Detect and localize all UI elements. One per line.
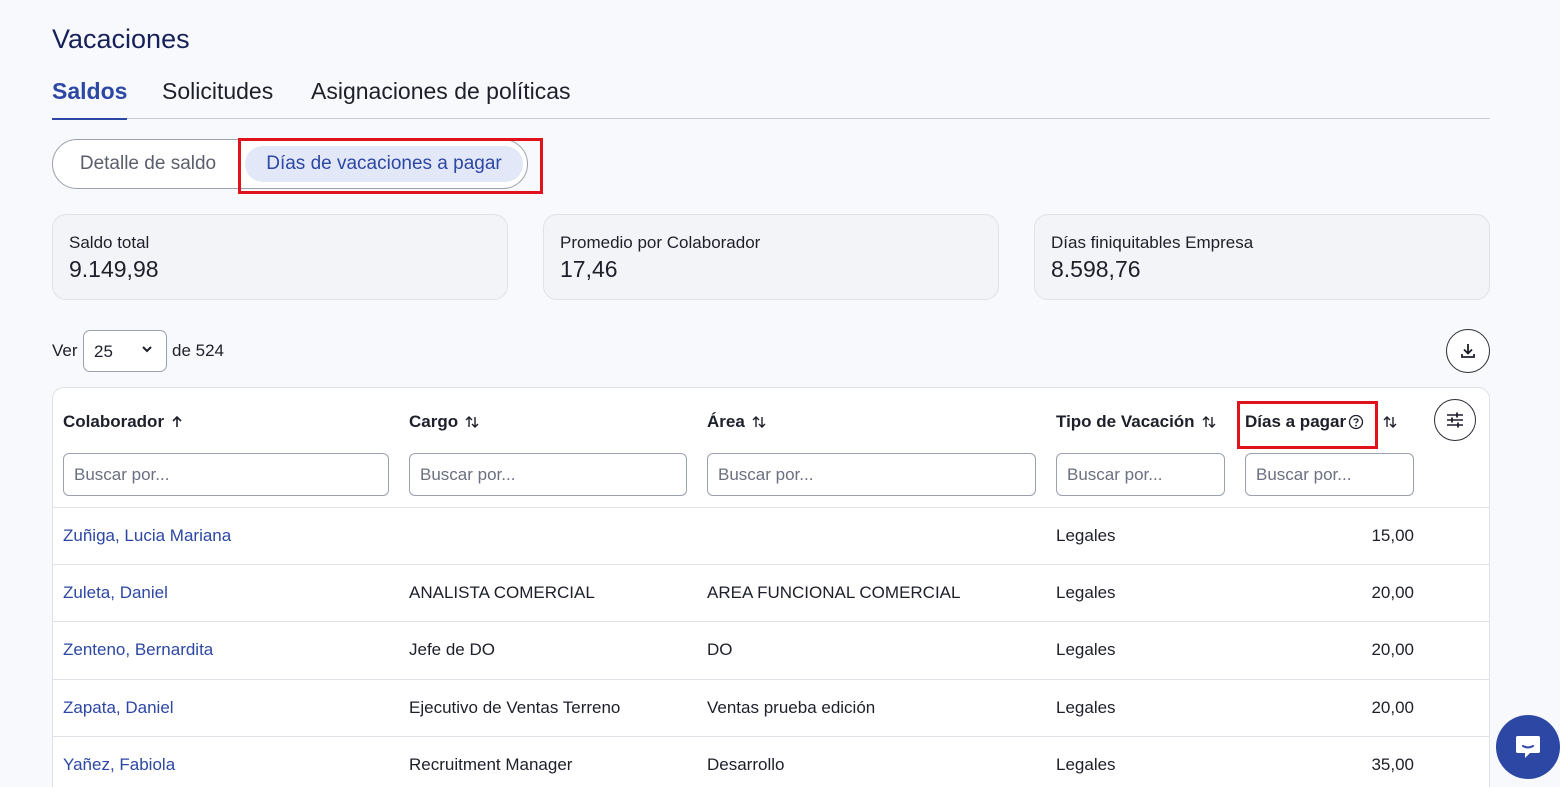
column-label: Días a pagar — [1245, 412, 1347, 431]
cargo-cell: Ejecutivo de Ventas Terreno — [409, 698, 621, 717]
column-label: Colaborador — [63, 412, 165, 431]
page-title: Vacaciones — [52, 24, 190, 54]
area-cell: AREA FUNCIONAL COMERCIAL — [707, 583, 961, 602]
sort-icon[interactable] — [1382, 414, 1398, 430]
detalle-saldo-button[interactable]: Detalle de saldo — [73, 140, 223, 188]
table-row: Zapata, Daniel Ejecutivo de Ventas Terre… — [53, 679, 1489, 736]
sort-icon[interactable] — [1201, 414, 1217, 430]
column-label: Área — [707, 412, 745, 431]
filter-area-input[interactable] — [707, 453, 1036, 496]
sort-asc-icon[interactable] — [170, 415, 184, 429]
column-header-tipo-vacacion[interactable]: Tipo de Vacación — [1056, 412, 1217, 432]
column-label: Tipo de Vacación — [1056, 412, 1195, 431]
page-size-select[interactable]: 25 — [83, 330, 167, 372]
card-saldo-total: Saldo total 9.149,98 — [52, 214, 508, 300]
colaborador-link[interactable]: Zenteno, Bernardita — [63, 640, 213, 660]
download-icon — [1461, 344, 1475, 358]
dias-cell: 20,00 — [1371, 583, 1414, 602]
sort-icon[interactable] — [464, 414, 480, 430]
dias-a-pagar-button[interactable]: Días de vacaciones a pagar — [245, 146, 523, 182]
card-label: Promedio por Colaborador — [560, 233, 761, 252]
colaborador-link[interactable]: Zuñiga, Lucia Mariana — [63, 526, 231, 546]
table-row: Zuleta, Daniel ANALISTA COMERCIAL AREA F… — [53, 564, 1489, 621]
pager-prefix: Ver — [52, 341, 78, 360]
tab-bar: Saldos Solicitudes Asignaciones de polít… — [52, 78, 1490, 120]
cargo-cell: ANALISTA COMERCIAL — [409, 583, 595, 602]
cargo-cell: Recruitment Manager — [409, 755, 573, 774]
dias-cell: 20,00 — [1371, 640, 1414, 659]
tipo-cell: Legales — [1056, 698, 1116, 717]
filter-dias-a-pagar-input[interactable] — [1245, 453, 1414, 496]
view-toggle: Detalle de saldo Días de vacaciones a pa… — [52, 139, 528, 189]
table-row: Zuñiga, Lucia Mariana Legales 15,00 — [53, 507, 1489, 564]
area-cell: Desarrollo — [707, 755, 785, 774]
area-cell: Ventas prueba edición — [707, 698, 876, 717]
card-label: Saldo total — [69, 233, 150, 252]
column-settings-button[interactable] — [1434, 399, 1476, 441]
tab-asignaciones[interactable]: Asignaciones de políticas — [311, 78, 571, 119]
download-button[interactable] — [1446, 329, 1490, 373]
tipo-cell: Legales — [1056, 640, 1116, 659]
filter-tipo-vacacion-input[interactable] — [1056, 453, 1225, 496]
question-circle-icon[interactable] — [1348, 414, 1364, 430]
tipo-cell: Legales — [1056, 755, 1116, 774]
column-header-area[interactable]: Área — [707, 412, 767, 432]
table-row: Zenteno, Bernardita Jefe de DO DO Legale… — [53, 621, 1489, 678]
dias-cell: 20,00 — [1371, 698, 1414, 717]
area-cell: DO — [707, 640, 733, 659]
filter-cargo-input[interactable] — [409, 453, 687, 496]
dias-cell: 35,00 — [1371, 755, 1414, 774]
colaborador-link[interactable]: Zuleta, Daniel — [63, 583, 168, 603]
cargo-cell: Jefe de DO — [409, 640, 495, 659]
sort-icon[interactable] — [751, 414, 767, 430]
column-header-cargo[interactable]: Cargo — [409, 412, 480, 432]
tab-solicitudes[interactable]: Solicitudes — [162, 78, 273, 119]
column-header-dias-a-pagar[interactable]: Días a pagar — [1245, 412, 1398, 432]
card-promedio: Promedio por Colaborador 17,46 — [543, 214, 999, 300]
table-row: Yañez, Fabiola Recruitment Manager Desar… — [53, 736, 1489, 787]
balances-table: Colaborador Cargo Área Tipo de Vacación … — [52, 387, 1490, 787]
tipo-cell: Legales — [1056, 526, 1116, 545]
tab-saldos[interactable]: Saldos — [52, 78, 128, 120]
filter-colaborador-input[interactable] — [63, 453, 389, 496]
card-value: 17,46 — [560, 256, 618, 282]
chat-button[interactable] — [1496, 715, 1560, 779]
sliders-icon — [1447, 412, 1463, 428]
column-label: Cargo — [409, 412, 459, 431]
colaborador-link[interactable]: Yañez, Fabiola — [63, 755, 175, 775]
card-value: 9.149,98 — [69, 256, 159, 282]
column-header-colaborador[interactable]: Colaborador — [63, 412, 184, 432]
card-label: Días finiquitables Empresa — [1051, 233, 1254, 252]
card-dias-finiquitables: Días finiquitables Empresa 8.598,76 — [1034, 214, 1490, 300]
card-value: 8.598,76 — [1051, 256, 1141, 282]
colaborador-link[interactable]: Zapata, Daniel — [63, 698, 174, 718]
chat-icon — [1516, 736, 1540, 758]
dias-cell: 15,00 — [1371, 526, 1414, 545]
pager-total: de 524 — [172, 341, 224, 360]
tipo-cell: Legales — [1056, 583, 1116, 602]
